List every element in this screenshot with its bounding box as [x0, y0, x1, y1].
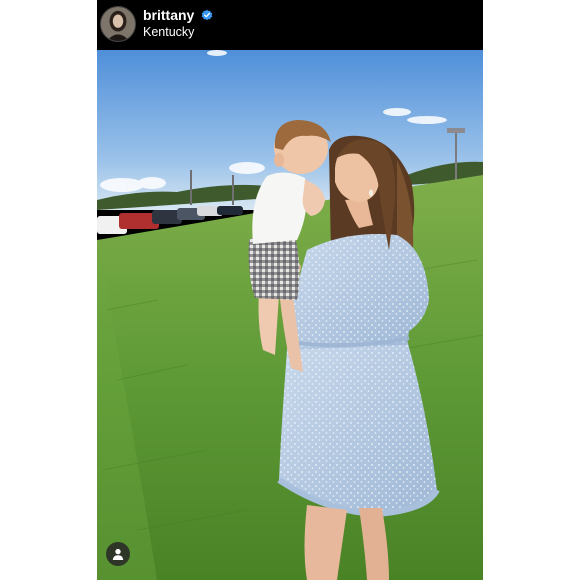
instagram-post: brittany Kentucky [97, 0, 483, 580]
tagged-users-button[interactable] [106, 542, 130, 566]
username[interactable]: brittany [143, 7, 194, 23]
photo-illustration [97, 50, 483, 580]
verified-badge-icon [201, 9, 213, 21]
post-header: brittany Kentucky [97, 0, 483, 50]
profile-avatar[interactable] [100, 6, 136, 42]
user-tag-icon [112, 548, 124, 560]
avatar-image [101, 7, 135, 41]
post-location[interactable]: Kentucky [143, 25, 194, 40]
post-photo[interactable] [97, 50, 483, 580]
